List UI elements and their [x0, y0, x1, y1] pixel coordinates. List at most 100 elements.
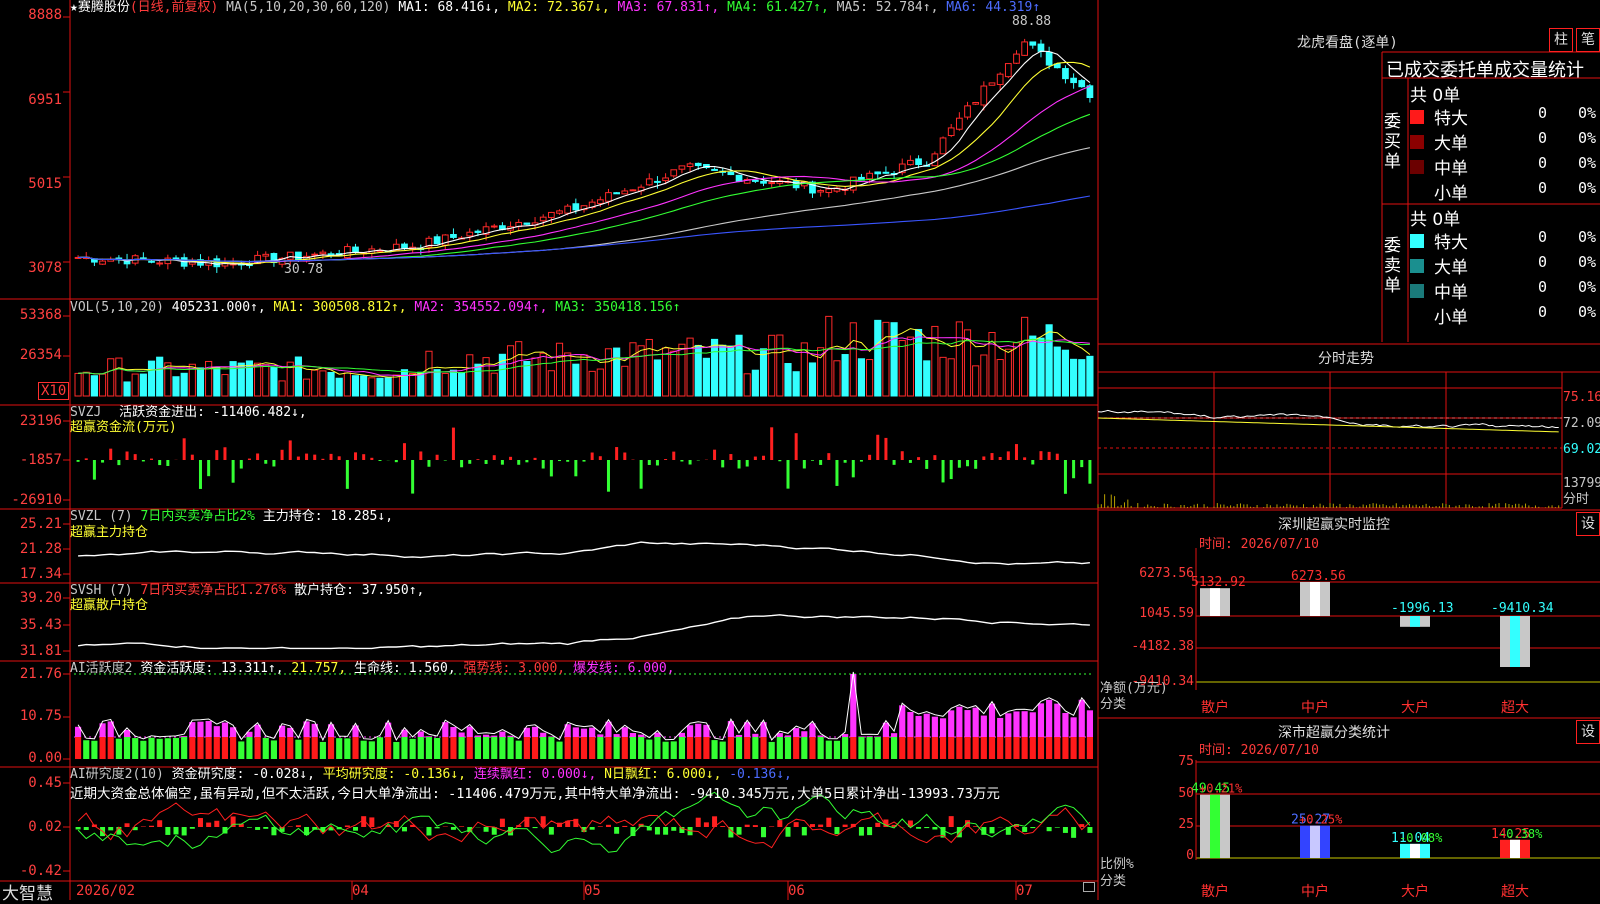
vol-bar [124, 382, 130, 396]
svzj-bar [803, 460, 806, 468]
svzj-bar [738, 460, 741, 468]
svzj-bar [729, 454, 732, 460]
vol-bar [899, 341, 905, 396]
vol-bar [491, 373, 497, 396]
vol-bar [671, 351, 677, 396]
svzj-bar [1031, 460, 1034, 464]
lock-icon[interactable] [1083, 882, 1095, 892]
szc-category-2: 大户 [1401, 883, 1429, 900]
ai2-bar-base [108, 737, 114, 759]
air-bar [720, 826, 725, 827]
svsh-sub: 超赢散户持仓 [70, 598, 148, 614]
szc-axis-4: 0 [1160, 848, 1194, 864]
axis-main-2: 6951 [0, 92, 62, 108]
air-bar [606, 825, 611, 827]
vol-bar [157, 357, 163, 396]
sell-row-swatch-0 [1410, 234, 1424, 248]
air-bar [369, 817, 374, 827]
ai2-bar-base [450, 737, 456, 759]
candle-body [100, 261, 106, 264]
svzj-header: SVZJ 活跃资金进出: -11406.482↓, [70, 405, 307, 421]
vol-bar [948, 359, 954, 396]
ai2-bar-top [507, 736, 513, 737]
vol-bar [532, 358, 538, 396]
ai2-bar-top [222, 723, 228, 737]
air-bar [769, 826, 774, 827]
ai2-bar-base [646, 740, 652, 759]
ai2-bar-base [295, 740, 301, 759]
ai2-bar-top [483, 735, 489, 737]
svzj-bar [256, 453, 259, 460]
svzj-bar [289, 440, 292, 460]
ai2-bar-base [312, 737, 318, 759]
ai2-bar-base [483, 737, 489, 759]
candle-body [434, 237, 440, 244]
ai2-bar-top [630, 733, 636, 737]
ai2-bar-top [206, 721, 212, 737]
ai2-bar-base [1079, 737, 1085, 759]
air-bar [108, 827, 113, 830]
svzj-bar [117, 460, 120, 465]
svzj-bar [933, 455, 936, 460]
szm-category-3: 超大 [1501, 700, 1529, 716]
ai2-bar-base [671, 741, 677, 759]
ai2-bar-top [752, 734, 758, 737]
vol-bar [614, 348, 620, 396]
ai2-bar-base [907, 737, 913, 759]
air-bar [875, 823, 880, 827]
ai2-bar-base [663, 742, 669, 759]
vol-bar [393, 375, 399, 396]
buy-row-count-2: 0 [1538, 154, 1547, 172]
sz-class-settings-button[interactable]: 设 [1576, 720, 1600, 744]
vol-bar [973, 366, 979, 396]
vol-bar [622, 366, 628, 396]
svzj-bar [77, 460, 80, 462]
sell-row-name-1: 大单 [1434, 253, 1468, 278]
ai2-bar-top [989, 704, 995, 737]
candle-body [287, 252, 293, 259]
candle-body [883, 172, 889, 173]
svsh-text1: 7日内买卖净占比1.276% [140, 583, 286, 598]
vol-bar [108, 359, 114, 396]
vol-bar [271, 367, 277, 396]
szm-ylabel: 净额(万元) [1100, 681, 1168, 697]
ai2-header: AI活跃度2 资金活跃度: 13.311↑, 21.757, 生命线: 1.56… [70, 661, 675, 677]
vol-bar [352, 376, 358, 396]
svzj-bar [460, 460, 463, 467]
ai2-bar-base [548, 737, 554, 759]
vol-unit-badge[interactable]: X10 [38, 382, 69, 400]
svzj-bar [93, 460, 96, 480]
ai2-bar-base [654, 737, 660, 759]
sell-row-pct-2: 0% [1578, 278, 1596, 296]
axis-main-4: 3078 [0, 260, 62, 276]
svzj-bar [534, 458, 537, 460]
ai2-bar-top [924, 714, 930, 737]
svzl-sub: 超赢主力持仓 [70, 525, 148, 541]
vol-bar [793, 372, 799, 396]
tick-toggle-button[interactable]: 笔 [1576, 28, 1600, 52]
svzj-bar [754, 457, 757, 460]
ai2-bar-base [605, 737, 611, 759]
brand-logo[interactable]: 大智慧 [2, 879, 53, 904]
ai2-bar-base [867, 737, 873, 759]
axis-svzj-1: 23196 [0, 413, 62, 429]
svzj-bar [664, 459, 667, 460]
ai2-bar-base [238, 741, 244, 759]
szc-ylabel: 比例% [1100, 857, 1134, 873]
air-bar [932, 827, 937, 829]
svzj-bar [370, 458, 373, 460]
air-bar [296, 825, 301, 827]
vol-bar [132, 374, 138, 396]
candle-body [965, 106, 971, 117]
column-toggle-button[interactable]: 柱 [1549, 28, 1573, 52]
vol-bar [720, 345, 726, 396]
ai2-bar-base [124, 737, 130, 759]
vol-bar [173, 377, 179, 396]
ai2-bar-top [532, 727, 538, 737]
ai2-bar-top [1062, 713, 1068, 737]
ai2-bar-top [907, 712, 913, 737]
sz-monitor-settings-button[interactable]: 设 [1576, 512, 1600, 536]
svzj-bar [427, 460, 430, 467]
stock-name[interactable]: ★赛腾股份 [70, 0, 130, 15]
vol-bar [752, 370, 758, 396]
